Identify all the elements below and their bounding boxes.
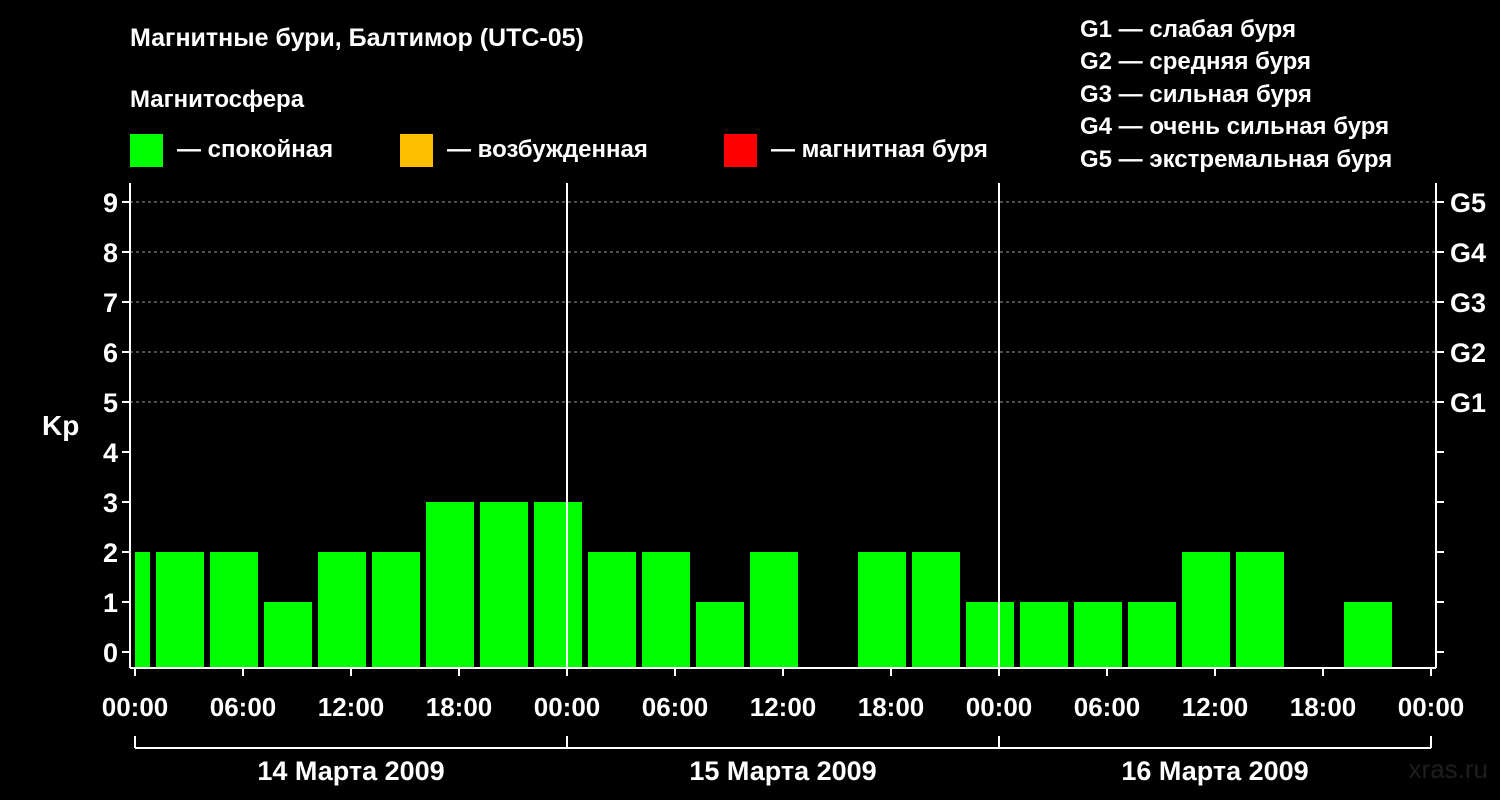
x-tick-label: 00:00 (1398, 692, 1465, 722)
kp-bar (1020, 602, 1068, 668)
kp-bar (264, 602, 312, 668)
kp-bar (135, 552, 150, 668)
x-tick-label: 12:00 (318, 692, 385, 722)
kp-bar (588, 552, 636, 668)
kp-bar (210, 552, 258, 668)
x-tick-label: 00:00 (966, 692, 1033, 722)
kp-bar-chart: 0 1 2 3 4 5 6 7 8 9 G1 G2 G3 G4 G5 00:00 06:00 12:00 18:00… (102, 183, 1486, 786)
g-level-label: G3 (1450, 288, 1486, 318)
y-tick-label: 6 (103, 338, 118, 368)
kp-bar (1074, 602, 1122, 668)
kp-bar (1344, 602, 1392, 668)
x-tick-label: 00:00 (102, 692, 169, 722)
y-tick-label: 2 (103, 538, 118, 568)
watermark: xras.ru (1408, 754, 1488, 784)
x-tick-label: 06:00 (642, 692, 709, 722)
x-tick-label: 12:00 (1182, 692, 1249, 722)
kp-bar (480, 502, 528, 668)
day-label: 15 Марта 2009 (689, 756, 876, 786)
kp-bar (858, 552, 906, 668)
kp-bar (966, 602, 1014, 668)
y-tick-label: 1 (103, 588, 118, 618)
kp-bar (642, 552, 690, 668)
kp-bar (318, 552, 366, 668)
kp-bar (534, 502, 582, 668)
kp-bar (696, 602, 744, 668)
kp-bar (912, 552, 960, 668)
g-level-label: G5 (1450, 188, 1486, 218)
y-tick-label: 7 (103, 288, 118, 318)
g-level-label: G4 (1450, 238, 1486, 268)
kp-bar (372, 552, 420, 668)
y-tick-label: 5 (103, 388, 118, 418)
kp-bar (156, 552, 204, 668)
x-tick-label: 06:00 (210, 692, 277, 722)
x-tick-label: 18:00 (858, 692, 925, 722)
y-tick-label: 4 (103, 438, 118, 468)
day-label: 14 Марта 2009 (257, 756, 444, 786)
kp-bar (1236, 552, 1284, 668)
kp-bar (426, 502, 474, 668)
y-tick-label: 0 (103, 638, 118, 668)
kp-bar (1182, 552, 1230, 668)
g-level-label: G2 (1450, 338, 1486, 368)
x-tick-label: 18:00 (426, 692, 493, 722)
y-tick-label: 9 (103, 188, 118, 218)
kp-bar (750, 552, 798, 668)
x-tick-label: 18:00 (1290, 692, 1357, 722)
x-tick-label: 06:00 (1074, 692, 1141, 722)
x-tick-label: 12:00 (750, 692, 817, 722)
day-label: 16 Марта 2009 (1121, 756, 1308, 786)
y-tick-label: 3 (103, 488, 118, 518)
x-tick-label: 00:00 (534, 692, 601, 722)
kp-bar (1128, 602, 1176, 668)
g-level-label: G1 (1450, 388, 1486, 418)
y-tick-label: 8 (103, 238, 118, 268)
